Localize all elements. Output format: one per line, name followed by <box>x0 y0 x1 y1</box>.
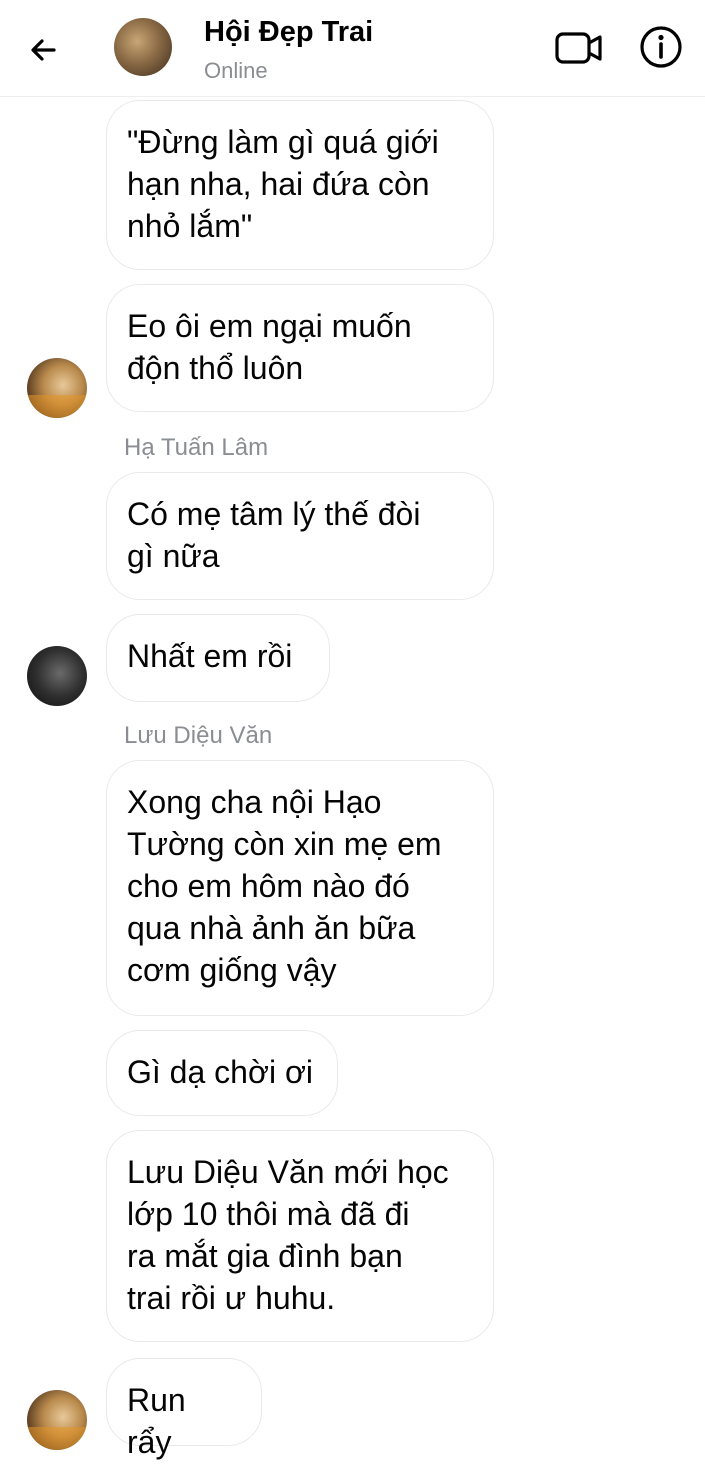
message-bubble[interactable]: "Đừng làm gì quá giới hạn nha, hai đứa c… <box>106 100 494 270</box>
message-bubble[interactable]: Nhất em rồi <box>106 614 330 702</box>
info-icon[interactable] <box>638 24 684 70</box>
message-bubble[interactable]: Lưu Diệu Văn mới học lớp 10 thôi mà đã đ… <box>106 1130 494 1342</box>
group-avatar[interactable] <box>114 18 172 76</box>
video-call-icon[interactable] <box>554 28 604 68</box>
sender-avatar[interactable] <box>27 358 87 418</box>
back-arrow-icon[interactable] <box>24 28 68 72</box>
message-bubble[interactable]: Xong cha nội Hạo Tường còn xin mẹ em cho… <box>106 760 494 1016</box>
message-bubble[interactable]: Run rẩy <box>106 1358 262 1460</box>
sender-name: Hạ Tuấn Lâm <box>124 434 269 461</box>
chat-header: Hội Đẹp Trai Online <box>0 0 705 97</box>
message-bubble[interactable]: Có mẹ tâm lý thế đòi gì nữa <box>106 472 494 600</box>
chat-title[interactable]: Hội Đẹp Trai <box>204 16 373 49</box>
sender-avatar[interactable] <box>27 646 87 706</box>
sender-avatar[interactable] <box>27 1390 87 1450</box>
online-status: Online <box>204 58 268 83</box>
message-bubble[interactable]: Eo ôi em ngại muốn độn thổ luôn <box>106 284 494 412</box>
message-bubble[interactable]: Gì dạ chời ơi <box>106 1030 338 1116</box>
sender-name: Lưu Diệu Văn <box>124 722 273 749</box>
